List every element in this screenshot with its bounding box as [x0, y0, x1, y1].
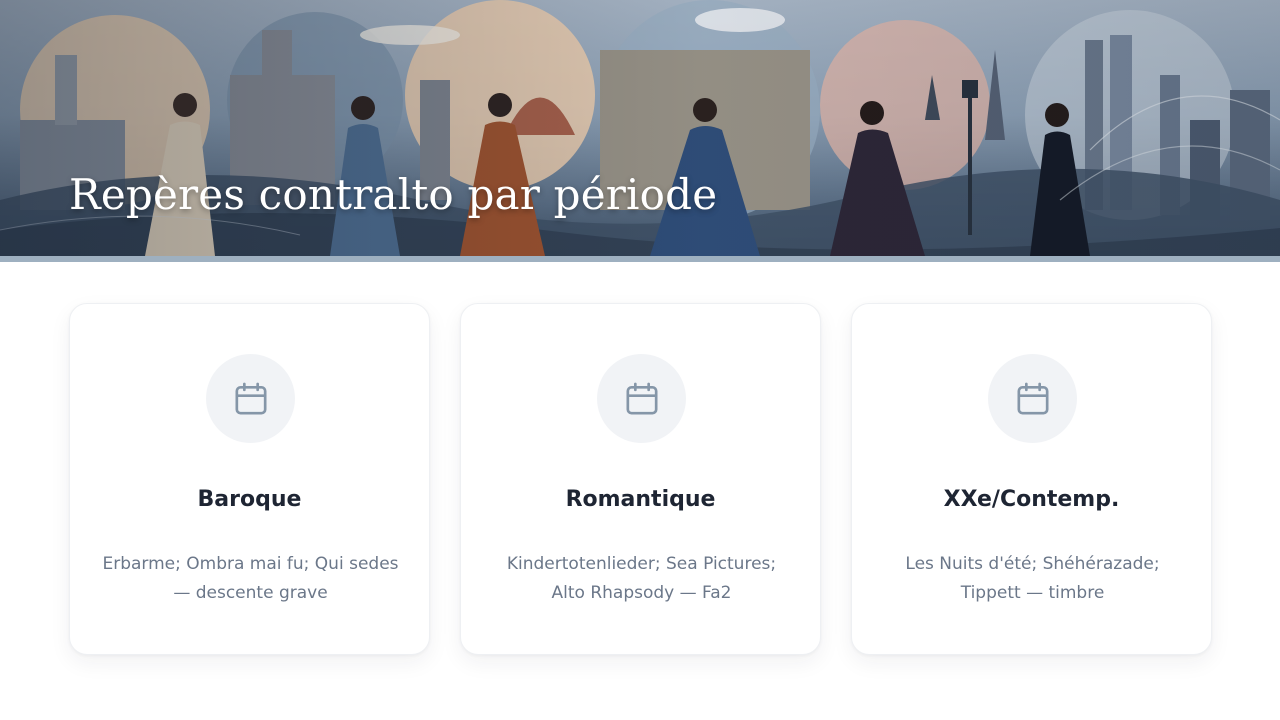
hero-divider [0, 256, 1280, 262]
card-title: Romantique [565, 487, 716, 512]
card-title: XXe/Contemp. [943, 487, 1120, 512]
calendar-icon [1017, 382, 1048, 414]
period-card-romantique: Romantique Kindertotenlieder; Sea Pictur… [460, 303, 821, 655]
card-description: Erbarme; Ombra mai fu; Qui sedes — desce… [102, 554, 399, 603]
card-title: Baroque [197, 487, 302, 512]
calendar-icon [235, 382, 266, 414]
card-description: Les Nuits d'été; Shéhérazade; Tippett — … [905, 554, 1160, 603]
period-cards: Baroque Erbarme; Ombra mai fu; Qui sedes… [69, 303, 1212, 655]
calendar-icon [626, 382, 657, 414]
page-title: Repères contralto par période [69, 170, 718, 219]
card-description: Kindertotenlieder; Sea Pictures; Alto Rh… [506, 554, 777, 603]
calendar-icon-badge [206, 354, 295, 443]
calendar-icon-badge [988, 354, 1077, 443]
hero-banner: Repères contralto par période [0, 0, 1280, 256]
period-card-baroque: Baroque Erbarme; Ombra mai fu; Qui sedes… [69, 303, 430, 655]
calendar-icon-badge [597, 354, 686, 443]
period-card-xxe-contemp: XXe/Contemp. Les Nuits d'été; Shéhérazad… [851, 303, 1212, 655]
